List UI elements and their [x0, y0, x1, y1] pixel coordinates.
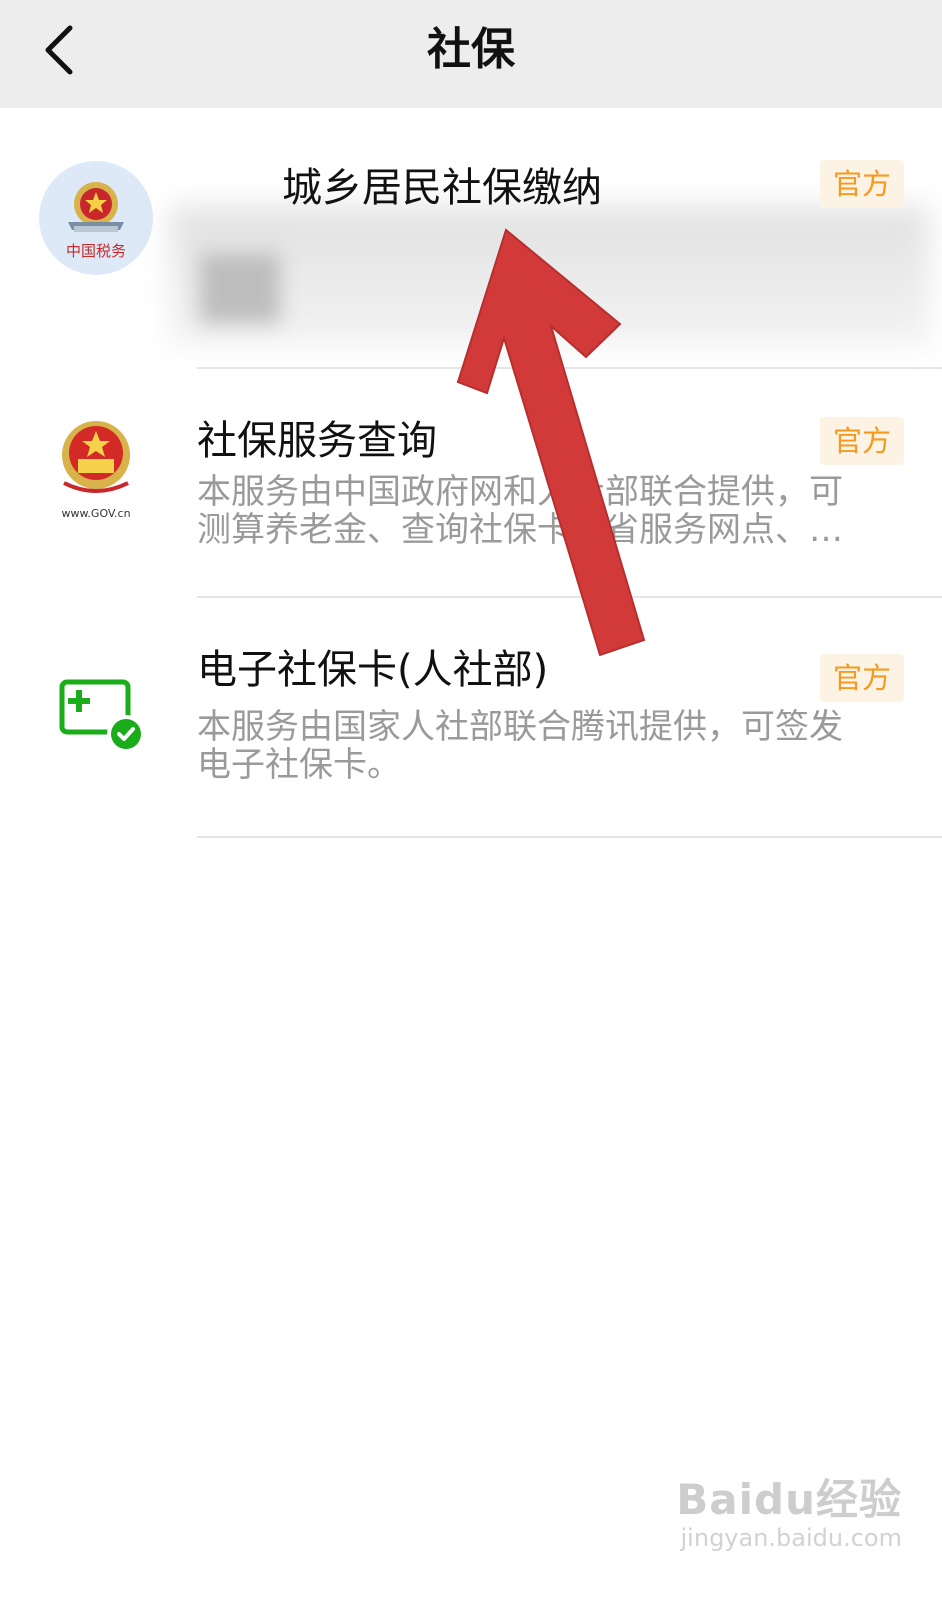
page: 社保 中国税务 城乡居民社保缴纳 官方 www.GOV.cn 社保服务查询 官方… — [0, 0, 942, 1600]
watermark-url: jingyan.baidu.com — [680, 1524, 902, 1552]
red-arrow-annotation — [456, 228, 646, 657]
watermark-logo: Baidu经验 — [676, 1475, 902, 1524]
watermark: Baidu经验 jingyan.baidu.com — [676, 1475, 902, 1553]
arrow-shape — [456, 228, 646, 657]
